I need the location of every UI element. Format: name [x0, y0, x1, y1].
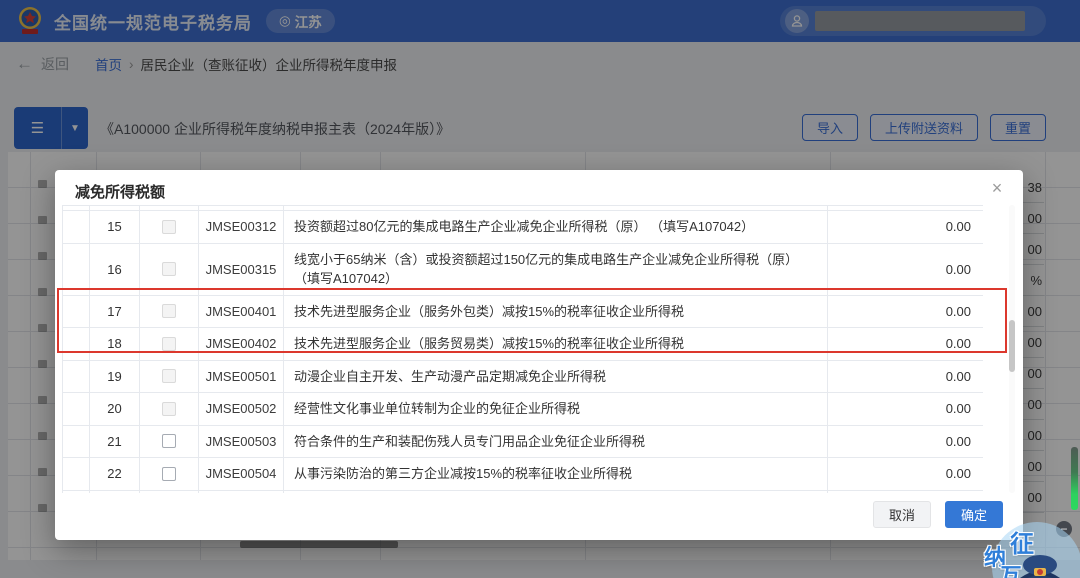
- table-row: 18 JMSE00402技术先进型服务企业（服务贸易类）减按15%的税率征收企业所…: [63, 328, 983, 361]
- row-amount: 0.00: [828, 426, 983, 458]
- row-checkbox[interactable]: [162, 337, 176, 351]
- assistant-mascot[interactable]: 征 纳 互: [992, 522, 1080, 578]
- table-row: 17 JMSE00401技术先进型服务企业（服务外包类）减按15%的税率征收企业所…: [63, 296, 983, 329]
- close-icon[interactable]: ×: [985, 176, 1009, 200]
- row-code: JMSE00312: [199, 211, 284, 243]
- row-code: JMSE00501: [199, 361, 284, 393]
- row-number: 18: [90, 328, 140, 360]
- row-code: JMSE00503: [199, 426, 284, 458]
- mascot-char: 征: [1010, 524, 1034, 559]
- partial-row: [63, 491, 983, 494]
- row-number: 19: [90, 361, 140, 393]
- row-description: 投资额超过80亿元的集成电路生产企业减免企业所得税（原） （填写A107042）: [284, 211, 828, 243]
- row-checkbox[interactable]: [162, 402, 176, 416]
- row-number: 21: [90, 426, 140, 458]
- row-amount: 0.00: [828, 296, 983, 328]
- modal-title: 减免所得税额: [75, 181, 165, 202]
- mascot-char: 互: [1000, 559, 1022, 578]
- row-code: JMSE00315: [199, 244, 284, 295]
- row-description: 符合条件的生产和装配伤残人员专门用品企业免征企业所得税: [284, 426, 828, 458]
- table-row: 22 JMSE00504从事污染防治的第三方企业减按15%的税率征收企业所得税0.…: [63, 458, 983, 491]
- table-row: 20 JMSE00502经营性文化事业单位转制为企业的免征企业所得税0.00: [63, 393, 983, 426]
- row-checkbox[interactable]: [162, 304, 176, 318]
- cancel-button[interactable]: 取消: [873, 501, 931, 528]
- table-row: 15 JMSE00312投资额超过80亿元的集成电路生产企业减免企业所得税（原） …: [63, 211, 983, 244]
- row-description: 从事污染防治的第三方企业减按15%的税率征收企业所得税: [284, 458, 828, 490]
- row-description: 经营性文化事业单位转制为企业的免征企业所得税: [284, 393, 828, 425]
- table-row: 16 JMSE00315线宽小于65纳米（含）或投资额超过150亿元的集成电路生产…: [63, 244, 983, 296]
- tax-reduction-modal: 减免所得税额 × 15 JMSE00312投资额超过80亿元的集成电路生产企业减免…: [55, 170, 1023, 540]
- row-description: 动漫企业自主开发、生产动漫产品定期减免企业所得税: [284, 361, 828, 393]
- modal-footer: 取消 确定: [873, 501, 1003, 528]
- modal-table: 15 JMSE00312投资额超过80亿元的集成电路生产企业减免企业所得税（原） …: [62, 205, 983, 493]
- page-scrollbar-green[interactable]: [1071, 447, 1078, 510]
- app-window: 全国统一规范电子税务局 ◎ 江苏 ← 返回 首页 › 居民企业（查账征收）企业所…: [0, 0, 1080, 578]
- row-number: 15: [90, 211, 140, 243]
- row-amount: 0.00: [828, 244, 983, 295]
- row-checkbox[interactable]: [162, 262, 176, 276]
- row-number: 22: [90, 458, 140, 490]
- row-amount: 0.00: [828, 211, 983, 243]
- row-number: 20: [90, 393, 140, 425]
- table-row: 21 JMSE00503符合条件的生产和装配伤残人员专门用品企业免征企业所得税0.…: [63, 426, 983, 459]
- row-description: 技术先进型服务企业（服务贸易类）减按15%的税率征收企业所得税: [284, 328, 828, 360]
- row-description: 线宽小于65纳米（含）或投资额超过150亿元的集成电路生产企业减免企业所得税（原…: [284, 244, 828, 295]
- row-amount: 0.00: [828, 458, 983, 490]
- row-checkbox[interactable]: [162, 369, 176, 383]
- row-checkbox[interactable]: [162, 467, 176, 481]
- row-checkbox[interactable]: [162, 220, 176, 234]
- row-number: 16: [90, 244, 140, 295]
- row-amount: 0.00: [828, 328, 983, 360]
- row-checkbox[interactable]: [162, 434, 176, 448]
- table-row: 19 JMSE00501动漫企业自主开发、生产动漫产品定期减免企业所得税0.00: [63, 361, 983, 394]
- row-code: JMSE00401: [199, 296, 284, 328]
- row-amount: 0.00: [828, 393, 983, 425]
- row-number: 17: [90, 296, 140, 328]
- row-code: JMSE00504: [199, 458, 284, 490]
- row-description: 技术先进型服务企业（服务外包类）减按15%的税率征收企业所得税: [284, 296, 828, 328]
- row-amount: 0.00: [828, 361, 983, 393]
- modal-scrollbar-thumb[interactable]: [1009, 320, 1015, 372]
- row-code: JMSE00502: [199, 393, 284, 425]
- row-code: JMSE00402: [199, 328, 284, 360]
